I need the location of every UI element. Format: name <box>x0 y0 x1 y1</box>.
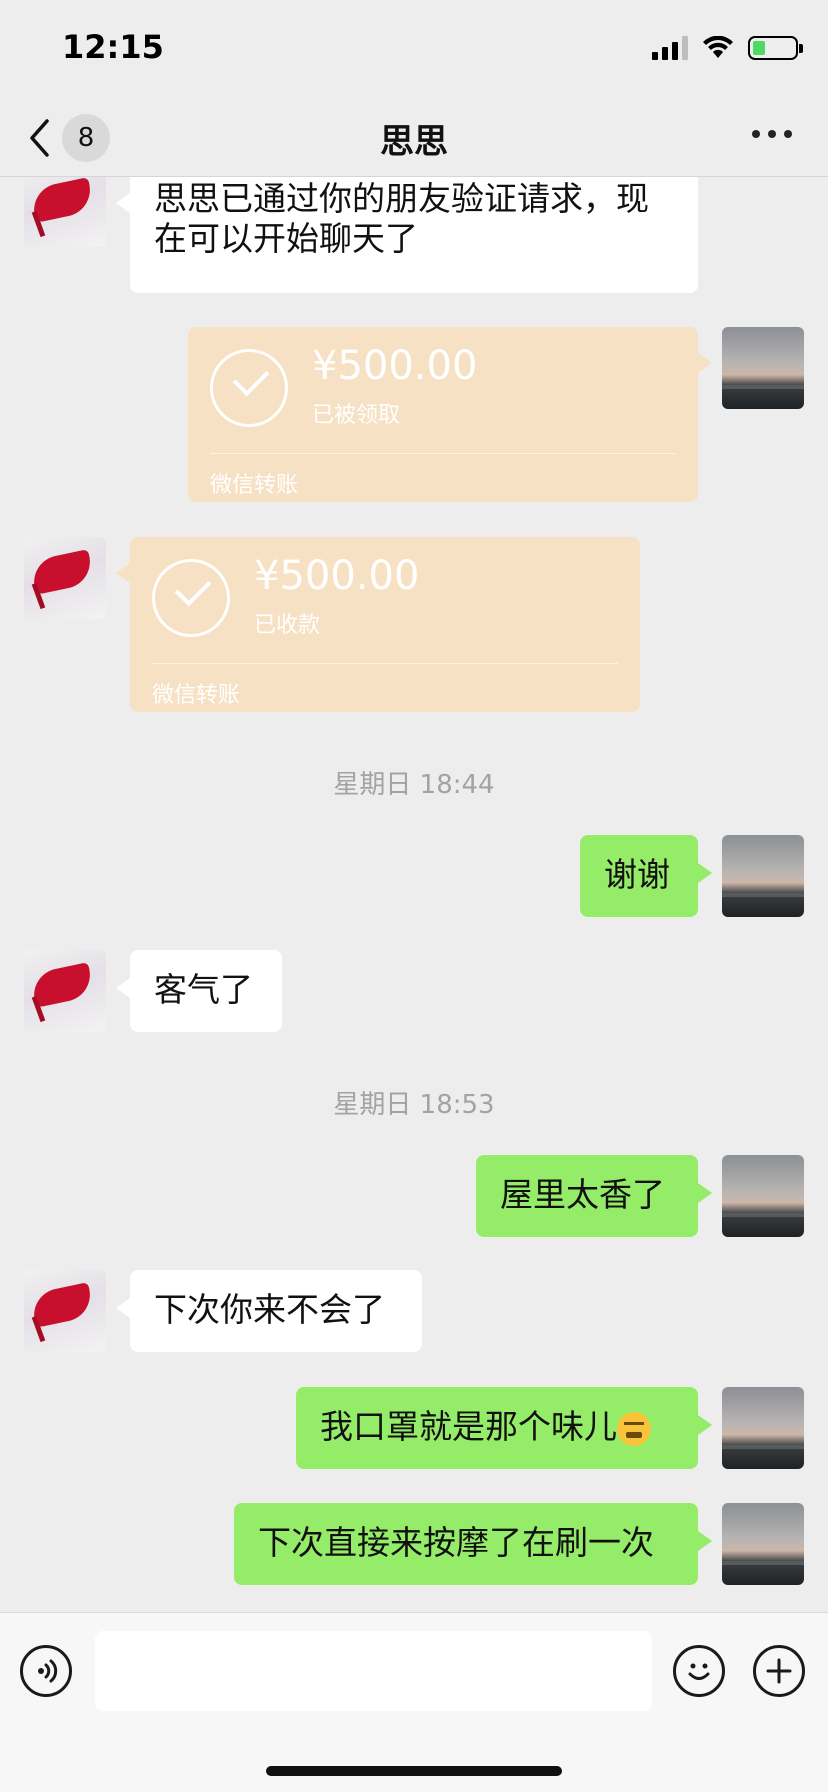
my-avatar[interactable] <box>722 835 804 917</box>
home-indicator[interactable] <box>266 1766 562 1776</box>
transfer-card-received[interactable]: ¥500.00 已收款 微信转账 <box>116 537 640 712</box>
message-text: 我口罩就是那个味儿 <box>320 1407 617 1446</box>
my-avatar[interactable] <box>722 1387 804 1469</box>
my-avatar[interactable] <box>722 1503 804 1585</box>
voice-icon <box>38 1659 58 1683</box>
message-bubble-received[interactable]: 客气了 <box>116 950 282 1032</box>
checkmark-icon <box>152 559 230 637</box>
transfer-status: 已被领取 <box>312 403 401 428</box>
contact-avatar[interactable] <box>24 177 106 247</box>
status-time: 12:15 <box>62 28 164 66</box>
contact-avatar[interactable] <box>24 1270 106 1352</box>
nav-bar: 8 思思 <box>0 100 828 177</box>
message-bubble-sent[interactable]: 屋里太香了 <box>476 1155 712 1237</box>
transfer-status: 已收款 <box>254 613 321 638</box>
input-bar <box>0 1612 828 1792</box>
more-button[interactable] <box>752 130 792 138</box>
transfer-label: 微信转账 <box>210 473 299 498</box>
ellipsis-icon <box>752 130 760 138</box>
contact-avatar[interactable] <box>24 950 106 1032</box>
message-bubble-sent[interactable]: 我口罩就是那个味儿 <box>296 1387 712 1469</box>
emoji-button[interactable] <box>673 1645 725 1697</box>
wifi-icon <box>703 36 733 58</box>
more-actions-button[interactable] <box>753 1645 805 1697</box>
battery-icon <box>748 36 803 60</box>
checkmark-icon <box>210 349 288 427</box>
status-bar: 12:15 <box>0 0 828 100</box>
transfer-card-sent[interactable]: ¥500.00 已被领取 微信转账 <box>188 327 712 502</box>
transfer-amount: ¥500.00 <box>312 343 478 389</box>
persevering-face-emoji <box>617 1411 651 1446</box>
voice-button[interactable] <box>20 1645 72 1697</box>
chat-screen: 12:15 8 思思 思思已通过你的朋友验证请求，现在可以开始聊天了 ¥500.… <box>0 0 828 1792</box>
message-list[interactable]: 思思已通过你的朋友验证请求，现在可以开始聊天了 ¥500.00 已被领取 微信转… <box>0 177 828 1612</box>
message-timestamp: 星期日 18:44 <box>333 770 495 800</box>
message-timestamp: 星期日 18:53 <box>333 1090 495 1120</box>
message-bubble-received[interactable]: 下次你来不会了 <box>116 1270 422 1352</box>
chat-title: 思思 <box>380 122 448 162</box>
smiley-icon <box>688 1663 710 1680</box>
cellular-signal-icon <box>652 36 688 60</box>
message-input[interactable] <box>95 1631 652 1711</box>
status-icons <box>652 36 803 60</box>
transfer-amount: ¥500.00 <box>254 553 420 599</box>
my-avatar[interactable] <box>722 327 804 409</box>
message-bubble-sent[interactable]: 谢谢 <box>580 835 712 917</box>
message-bubble-sent[interactable]: 下次直接来按摩了在刷一次 <box>234 1503 712 1585</box>
message-bubble-received[interactable]: 思思已通过你的朋友验证请求，现在可以开始聊天了 <box>116 177 698 293</box>
contact-avatar[interactable] <box>24 537 106 619</box>
transfer-label: 微信转账 <box>152 683 241 708</box>
plus-icon <box>766 1658 792 1684</box>
battery-level-fill <box>753 41 765 55</box>
my-avatar[interactable] <box>722 1155 804 1237</box>
